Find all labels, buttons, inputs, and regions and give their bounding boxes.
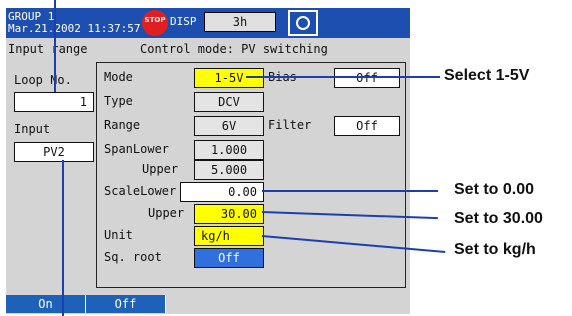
filter-field[interactable]: Off xyxy=(334,116,400,136)
unit-label: Unit xyxy=(104,228,133,242)
filter-label: Filter xyxy=(268,118,312,132)
softkey-off[interactable]: Off xyxy=(86,295,166,313)
span-upper-field: 5.000 xyxy=(194,160,264,180)
disp-label: DISP xyxy=(170,15,197,28)
scale-upper-field[interactable]: 30.00 xyxy=(194,204,264,224)
bias-field[interactable]: Off xyxy=(334,68,400,88)
status-bar: GROUP 1 Mar.21.2002 11:37:57 STOP DISP 3… xyxy=(6,8,410,38)
mode-field[interactable]: 1-5V xyxy=(194,68,264,88)
type-field: DCV xyxy=(194,92,264,112)
scale-lower-field[interactable]: 0.00 xyxy=(180,182,264,202)
scale-lower-label: ScaleLower xyxy=(104,184,177,198)
sq-root-field[interactable]: Off xyxy=(194,248,264,268)
range-label: Range xyxy=(104,118,141,132)
datetime-label: Mar.21.2002 11:37:57 xyxy=(8,22,141,35)
record-status-icon[interactable] xyxy=(288,10,318,36)
loop-no-field[interactable]: 1 xyxy=(14,92,94,112)
unit-field[interactable]: kg/h xyxy=(194,226,264,246)
type-label: Type xyxy=(104,94,133,108)
page-title: Input range xyxy=(8,42,88,56)
time-span-display[interactable]: 3h xyxy=(204,12,276,32)
span-upper-label: Upper xyxy=(142,162,179,176)
stop-icon-label: STOP xyxy=(144,16,166,24)
control-mode-text: Control mode: PV switching xyxy=(140,42,328,56)
sq-root-label: Sq. root xyxy=(104,250,162,264)
scale-upper-label: Upper xyxy=(148,206,185,220)
callout-set-lower: Set to 0.00 xyxy=(454,181,535,198)
callout-line-loop xyxy=(54,0,56,92)
callout-set-upper: Set to 30.00 xyxy=(454,210,543,227)
callout-line-mode xyxy=(246,76,440,78)
loop-no-label: Loop No. xyxy=(14,73,72,87)
span-lower-label: SpanLower xyxy=(104,142,170,156)
input-field[interactable]: PV2 xyxy=(14,142,94,162)
mode-label: Mode xyxy=(104,70,133,84)
callout-line-scale-lower xyxy=(262,190,438,192)
softkey-on[interactable]: On xyxy=(6,295,86,313)
stop-icon[interactable]: STOP xyxy=(142,10,168,36)
input-label: Input xyxy=(14,122,51,136)
callout-select: Select 1-5V xyxy=(444,67,530,84)
range-field: 6V xyxy=(194,116,264,136)
callout-line-input xyxy=(62,160,64,316)
span-lower-field: 1.000 xyxy=(194,140,264,160)
callout-set-unit: Set to kg/h xyxy=(454,241,536,258)
